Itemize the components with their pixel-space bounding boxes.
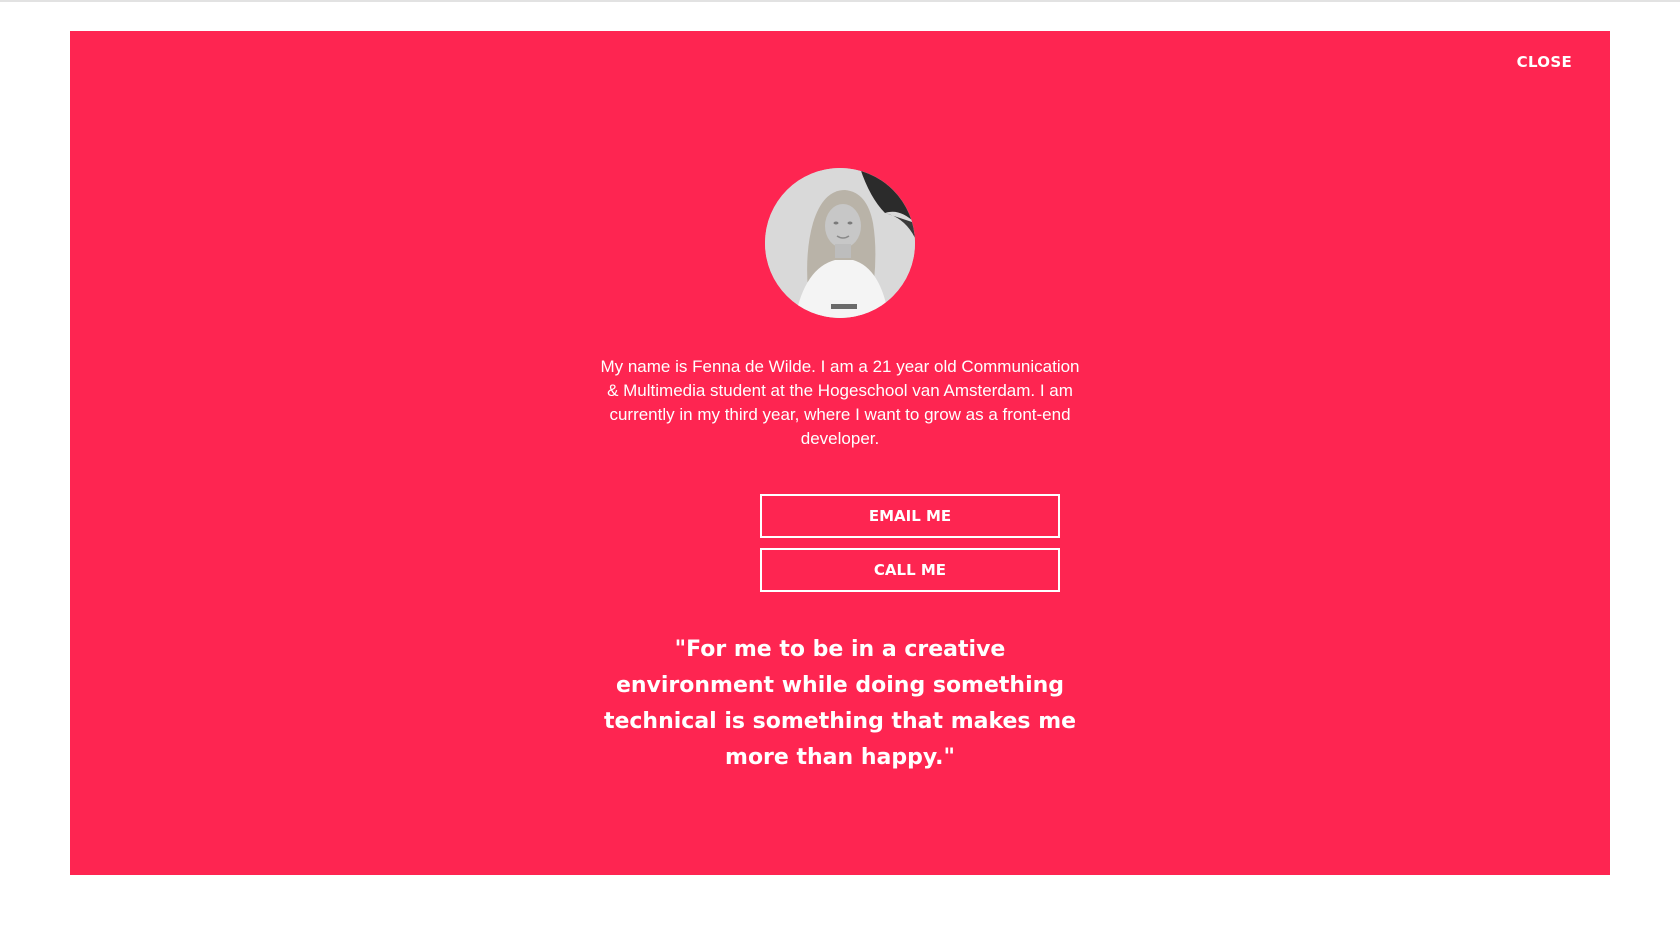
close-button[interactable]: CLOSE — [1517, 53, 1572, 71]
call-me-button[interactable]: CALL ME — [760, 548, 1060, 592]
bio-text: My name is Fenna de Wilde. I am a 21 yea… — [600, 357, 1080, 448]
quote-text: "For me to be in a creative environment … — [603, 637, 1077, 770]
email-me-button[interactable]: EMAIL ME — [760, 494, 1060, 538]
about-modal: CLOSE My name is Fenna de Wilde. I am a … — [70, 31, 1610, 875]
avatar-photo — [765, 168, 915, 318]
top-divider — [0, 0, 1680, 2]
avatar — [765, 168, 915, 318]
